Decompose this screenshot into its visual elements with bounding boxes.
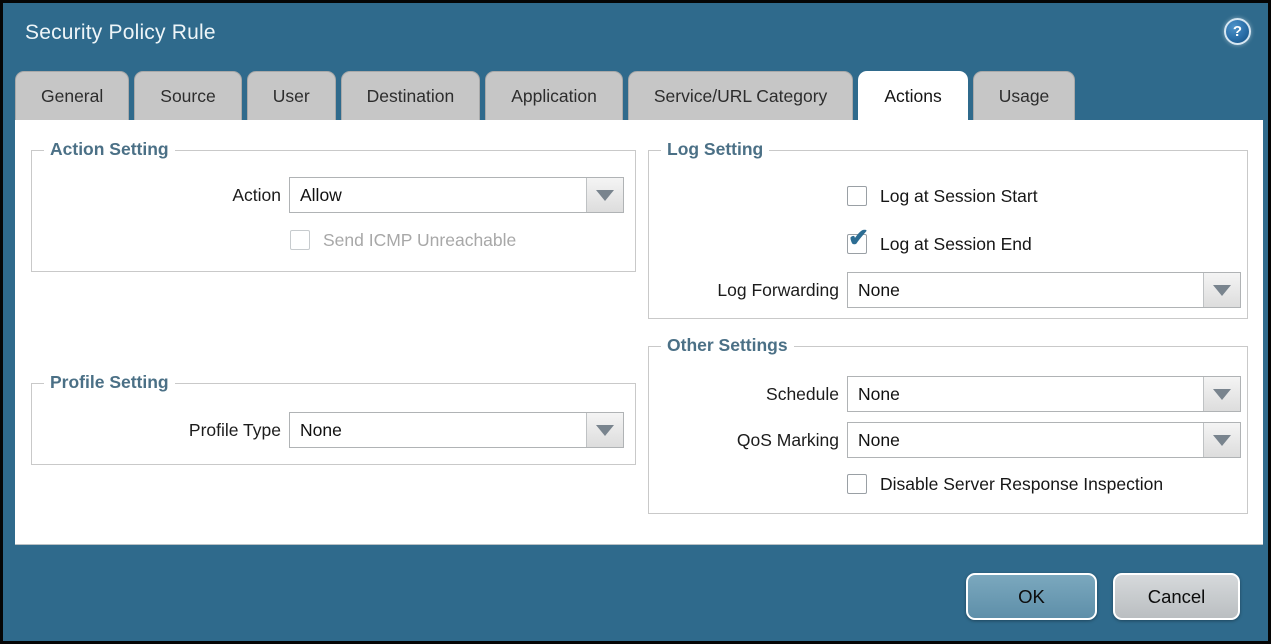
- chevron-down-icon: [1213, 435, 1231, 446]
- other-settings-group: Other Settings Schedule None QoS Marking…: [648, 346, 1248, 514]
- dsri-row: ✔ Disable Server Response Inspection: [847, 473, 1163, 495]
- dsri-checkbox[interactable]: ✔: [847, 474, 867, 494]
- tab-general[interactable]: General: [15, 71, 129, 120]
- log-forwarding-dropdown[interactable]: None: [847, 272, 1241, 308]
- log-forwarding-dropdown-button[interactable]: [1203, 273, 1240, 307]
- schedule-dropdown[interactable]: None: [847, 376, 1241, 412]
- action-label: Action: [32, 177, 281, 213]
- chevron-down-icon: [596, 425, 614, 436]
- send-icmp-unreachable-row: ✔ Send ICMP Unreachable: [290, 229, 516, 251]
- log-forwarding-dropdown-value: None: [848, 273, 1203, 307]
- schedule-label: Schedule: [649, 376, 839, 412]
- chevron-down-icon: [1213, 285, 1231, 296]
- action-dropdown-value: Allow: [290, 178, 586, 212]
- log-forwarding-label: Log Forwarding: [649, 272, 839, 308]
- help-icon[interactable]: ?: [1224, 18, 1251, 45]
- tab-content-panel: Action Setting Action Allow ✔ Send ICMP …: [15, 120, 1263, 545]
- ok-button[interactable]: OK: [966, 573, 1097, 620]
- profile-type-dropdown-button[interactable]: [586, 413, 623, 447]
- schedule-dropdown-value: None: [848, 377, 1203, 411]
- cancel-button[interactable]: Cancel: [1113, 573, 1240, 620]
- dsri-label: Disable Server Response Inspection: [880, 474, 1163, 495]
- dialog-title: Security Policy Rule: [25, 21, 216, 45]
- tab-service-url-category[interactable]: Service/URL Category: [628, 71, 853, 120]
- log-session-end-checkbox[interactable]: ✔: [847, 234, 867, 254]
- qos-marking-label: QoS Marking: [649, 422, 839, 458]
- profile-setting-group: Profile Setting Profile Type None: [31, 383, 636, 465]
- tab-source[interactable]: Source: [134, 71, 241, 120]
- profile-setting-legend: Profile Setting: [44, 372, 175, 393]
- tab-usage[interactable]: Usage: [973, 71, 1076, 120]
- profile-type-dropdown-value: None: [290, 413, 586, 447]
- action-setting-group: Action Setting Action Allow ✔ Send ICMP …: [31, 150, 636, 272]
- action-dropdown[interactable]: Allow: [289, 177, 624, 213]
- tab-user[interactable]: User: [247, 71, 336, 120]
- tab-actions[interactable]: Actions: [858, 71, 967, 120]
- security-policy-rule-dialog: Security Policy Rule ? General Source Us…: [0, 0, 1271, 644]
- chevron-down-icon: [1213, 389, 1231, 400]
- action-dropdown-button[interactable]: [586, 178, 623, 212]
- action-setting-legend: Action Setting: [44, 139, 175, 160]
- log-session-start-checkbox[interactable]: ✔: [847, 186, 867, 206]
- log-session-start-label: Log at Session Start: [880, 186, 1038, 207]
- tab-application[interactable]: Application: [485, 71, 623, 120]
- send-icmp-unreachable-label: Send ICMP Unreachable: [323, 230, 516, 251]
- check-icon: ✔: [848, 226, 869, 251]
- log-session-end-row: ✔ Log at Session End: [847, 233, 1032, 255]
- qos-marking-dropdown-value: None: [848, 423, 1203, 457]
- profile-type-dropdown[interactable]: None: [289, 412, 624, 448]
- profile-type-label: Profile Type: [32, 412, 281, 448]
- schedule-dropdown-button[interactable]: [1203, 377, 1240, 411]
- qos-marking-dropdown-button[interactable]: [1203, 423, 1240, 457]
- log-session-start-row: ✔ Log at Session Start: [847, 185, 1038, 207]
- log-setting-group: Log Setting ✔ Log at Session Start ✔ Log…: [648, 150, 1248, 319]
- other-settings-legend: Other Settings: [661, 335, 794, 356]
- send-icmp-unreachable-checkbox: ✔: [290, 230, 310, 250]
- tab-bar: General Source User Destination Applicat…: [15, 71, 1256, 120]
- log-session-end-label: Log at Session End: [880, 234, 1032, 255]
- tab-destination[interactable]: Destination: [341, 71, 481, 120]
- log-setting-legend: Log Setting: [661, 139, 769, 160]
- chevron-down-icon: [596, 190, 614, 201]
- qos-marking-dropdown[interactable]: None: [847, 422, 1241, 458]
